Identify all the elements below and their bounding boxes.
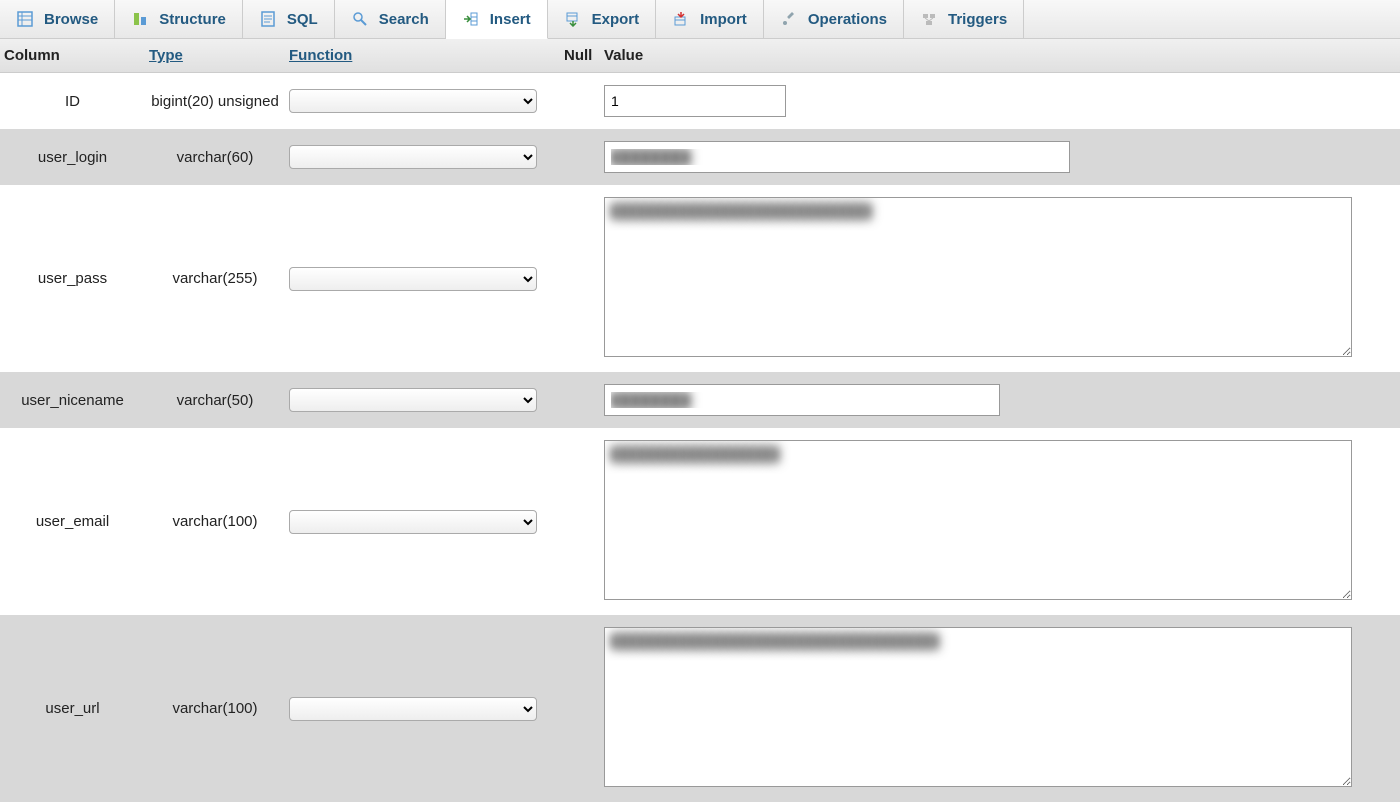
- function-cell: [285, 384, 560, 416]
- tab-insert[interactable]: Insert: [446, 0, 548, 39]
- null-cell: [560, 275, 600, 283]
- tab-structure[interactable]: Structure: [115, 0, 243, 38]
- tab-browse[interactable]: Browse: [0, 0, 115, 38]
- column-type: varchar(50): [145, 388, 285, 413]
- export-icon: [564, 10, 582, 28]
- header-null: Null: [560, 39, 600, 72]
- tab-import[interactable]: Import: [656, 0, 764, 38]
- tab-search-label: Search: [379, 11, 429, 28]
- tab-operations[interactable]: Operations: [764, 0, 904, 38]
- function-select[interactable]: [289, 145, 537, 169]
- value-cell: [600, 436, 1400, 607]
- value-cell: [600, 380, 1400, 420]
- value-input[interactable]: [604, 85, 786, 117]
- function-cell: [285, 506, 560, 538]
- function-cell: [285, 85, 560, 117]
- null-cell: [560, 518, 600, 526]
- tab-sql-label: SQL: [287, 11, 318, 28]
- tab-triggers-label: Triggers: [948, 11, 1007, 28]
- table-header: Column Type Function Null Value: [0, 39, 1400, 73]
- column-type: varchar(60): [145, 145, 285, 170]
- column-type: varchar(255): [145, 266, 285, 291]
- value-input[interactable]: [604, 384, 1000, 416]
- insert-icon: [462, 10, 480, 28]
- column-type: bigint(20) unsigned: [145, 89, 285, 114]
- header-type[interactable]: Type: [145, 39, 285, 72]
- table-row: user_loginvarchar(60): [0, 129, 1400, 185]
- column-name: user_login: [0, 145, 145, 170]
- sql-icon: [259, 10, 277, 28]
- column-name: user_pass: [0, 266, 145, 291]
- header-column: Column: [0, 39, 145, 72]
- function-select[interactable]: [289, 388, 537, 412]
- function-select[interactable]: [289, 89, 537, 113]
- value-cell: [600, 623, 1400, 794]
- null-cell: [560, 705, 600, 713]
- browse-icon: [16, 10, 34, 28]
- column-name: ID: [0, 89, 145, 114]
- tab-search[interactable]: Search: [335, 0, 446, 38]
- value-input[interactable]: [604, 141, 1070, 173]
- value-input[interactable]: [604, 627, 1352, 787]
- header-value: Value: [600, 39, 1400, 72]
- function-cell: [285, 263, 560, 295]
- column-type: varchar(100): [145, 696, 285, 721]
- triggers-icon: [920, 10, 938, 28]
- function-select[interactable]: [289, 697, 537, 721]
- tab-sql[interactable]: SQL: [243, 0, 335, 38]
- tab-structure-label: Structure: [159, 11, 226, 28]
- function-select[interactable]: [289, 267, 537, 291]
- header-function[interactable]: Function: [285, 39, 560, 72]
- function-cell: [285, 693, 560, 725]
- column-name: user_email: [0, 509, 145, 534]
- value-cell: [600, 193, 1400, 364]
- operations-icon: [780, 10, 798, 28]
- column-name: user_nicename: [0, 388, 145, 413]
- import-icon: [672, 10, 690, 28]
- null-cell: [560, 153, 600, 161]
- function-select[interactable]: [289, 510, 537, 534]
- tab-browse-label: Browse: [44, 11, 98, 28]
- tab-insert-label: Insert: [490, 11, 531, 28]
- table-row: user_urlvarchar(100): [0, 615, 1400, 802]
- tab-triggers[interactable]: Triggers: [904, 0, 1024, 38]
- value-input[interactable]: [604, 197, 1352, 357]
- function-cell: [285, 141, 560, 173]
- table-row: IDbigint(20) unsigned: [0, 73, 1400, 129]
- search-icon: [351, 10, 369, 28]
- value-cell: [600, 137, 1400, 177]
- column-name: user_url: [0, 696, 145, 721]
- tab-operations-label: Operations: [808, 11, 887, 28]
- tab-bar: Browse Structure SQL Search Insert Expor…: [0, 0, 1400, 39]
- column-type: varchar(100): [145, 509, 285, 534]
- table-row: user_emailvarchar(100): [0, 428, 1400, 615]
- structure-icon: [131, 10, 149, 28]
- table-row: user_nicenamevarchar(50): [0, 372, 1400, 428]
- null-cell: [560, 97, 600, 105]
- null-cell: [560, 396, 600, 404]
- table-row: user_passvarchar(255): [0, 185, 1400, 372]
- value-cell: [600, 81, 1400, 121]
- tab-export-label: Export: [592, 11, 640, 28]
- value-input[interactable]: [604, 440, 1352, 600]
- tab-import-label: Import: [700, 11, 747, 28]
- tab-export[interactable]: Export: [548, 0, 657, 38]
